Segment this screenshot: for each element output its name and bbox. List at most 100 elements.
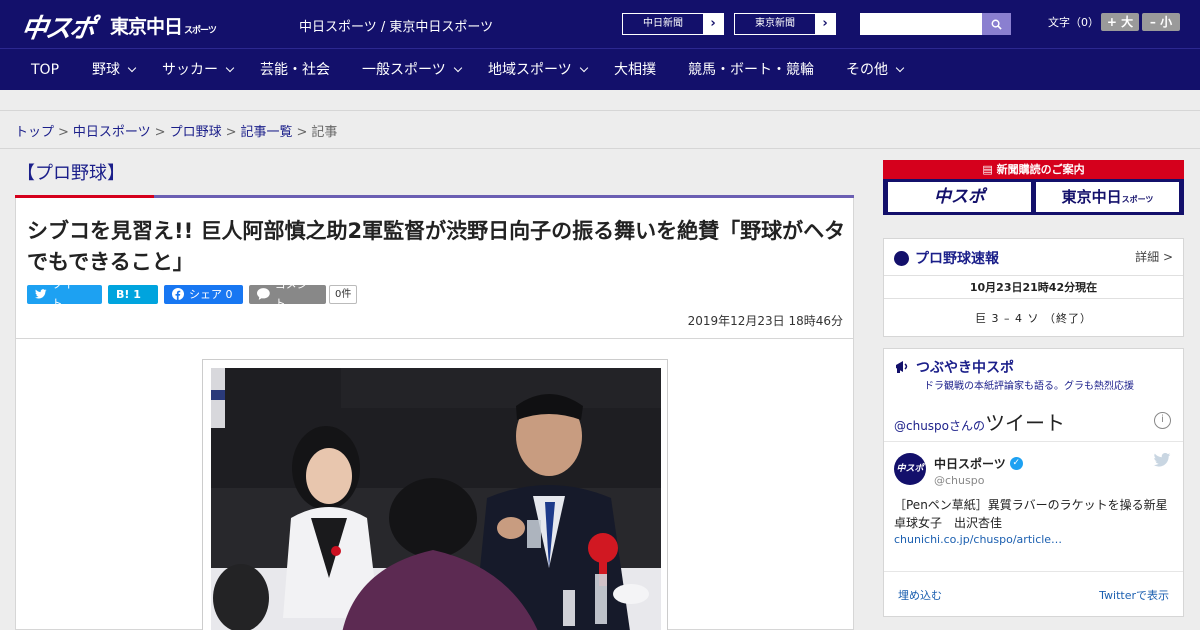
comment-label: コメント [274,278,308,310]
article-photo-frame [202,359,668,630]
chunichi-shimbun-link[interactable]: 中日新聞 › [622,13,724,35]
chevron-down-icon [579,63,588,73]
view-on-twitter-link[interactable]: Twitterで表示 [1099,587,1169,603]
chevron-right-icon: › [703,14,723,34]
chevron-down-icon [453,63,462,73]
font-decrease-button[interactable]: – 小 [1142,13,1180,31]
share-buttons: ツイート B! 1 シェア 0 コメント 0件 [27,278,358,310]
tweet-author-name[interactable]: 中日スポーツ ✓ [934,455,1023,472]
speech-bubble-icon [257,288,270,300]
nav-label: TOP [31,62,60,78]
twitter-bird-icon [35,289,47,299]
subscription-banner[interactable]: ▤ 新聞購読のご案内 中スポ 東京中日スポーツ [883,160,1184,215]
site-name[interactable]: 中日スポーツ / 東京中日スポーツ [299,16,493,35]
sub-btn2-text: 東京中日 [1061,188,1122,206]
tokyo-logo-small: スポーツ [184,26,217,36]
nav-item-sumo[interactable]: 大相撲 [614,49,656,91]
article-headline: シブコを見習え!! 巨人阿部慎之助2軍監督が渋野日向子の振る舞いを絶賛「野球がヘ… [27,219,846,274]
score-details-link[interactable]: 詳細 > [1135,248,1173,265]
nav-label: 芸能・社会 [260,62,330,78]
divider [16,338,853,339]
breadcrumb-sep: > [296,125,308,140]
nav-label: 野球 [92,62,120,78]
nav-label: その他 [846,62,888,78]
top-header: 中スポ 東京中日 スポーツ 中日スポーツ / 東京中日スポーツ 中日新聞 › 東京… [0,0,1200,48]
font-increase-button[interactable]: + 大 [1101,13,1139,31]
tweet-text: ［Penペン草紙］異質ラバーのラケットを操る新星 卓球女子 出沢杏佳 [894,498,1180,530]
info-icon[interactable]: i [1154,412,1171,429]
tokyo-chunichi-logo[interactable]: 東京中日 スポーツ [110,12,217,39]
nav-item-general-sports[interactable]: 一般スポーツ [362,49,462,91]
article-card: シブコを見習え!! 巨人阿部慎之助2軍監督が渋野日向子の振る舞いを絶賛「野球がヘ… [15,198,854,630]
chevron-down-icon [127,63,137,73]
ext-link-label: 中日新聞 [623,14,703,34]
breadcrumb-chunichi-sports[interactable]: 中日スポーツ [73,125,151,140]
breadcrumb-pro-baseball[interactable]: プロ野球 [170,125,222,140]
search-icon [991,19,1002,30]
nav-item-baseball[interactable]: 野球 [92,49,137,91]
nav-item-top[interactable]: TOP [31,49,59,91]
chuspo-logo[interactable]: 中スポ [19,8,96,45]
sub-btn2-small: スポーツ [1121,195,1154,204]
divider [884,441,1183,442]
nav-label: 地域スポーツ [488,62,572,78]
score-card-title: プロ野球速報 [894,248,999,268]
newspaper-icon: ▤ [982,163,997,176]
nav-item-entertainment[interactable]: 芸能・社会 [260,49,330,91]
search-button[interactable] [982,13,1011,35]
chevron-down-icon [895,63,905,73]
tokyo-chunichi-subscribe-button[interactable]: 東京中日スポーツ [1036,182,1179,212]
subscription-title: ▤ 新聞購読のご案内 [883,160,1184,179]
nav-item-soccer[interactable]: サッカー [162,49,235,91]
tweet-author-handle[interactable]: @chuspo [934,474,984,487]
nav-label: 大相撲 [614,62,656,78]
main-nav: TOP 野球 サッカー 芸能・社会 一般スポーツ 地域スポーツ 大相撲 競馬・ボ… [0,48,1200,90]
tweet-widget-subtitle: ドラ観戦の本紙評論家も語る。グラも熱烈応援 [924,381,1134,392]
breadcrumb-article-list[interactable]: 記事一覧 [241,125,293,140]
twitter-widget: つぶやき中スポ ドラ観戦の本紙評論家も語る。グラも熱烈応援 @chuspoさんの… [883,348,1184,617]
embed-link[interactable]: 埋め込む [898,587,942,603]
tweet-handle-link[interactable]: @chuspo [894,419,949,433]
tweet-timeline-heading: @chuspoさんのツイート [894,407,1065,436]
score-result[interactable]: 巨 3 – 4 ソ （終了） [884,310,1183,326]
facebook-icon [172,288,184,300]
nav-label: 一般スポーツ [362,62,446,78]
comment-button[interactable]: コメント [249,278,326,310]
ext-link-label: 東京新聞 [735,14,815,34]
tweet-button[interactable]: ツイート [27,278,102,310]
breadcrumb-top[interactable]: トップ [15,125,54,140]
nav-item-racing[interactable]: 競馬・ボート・競輪 [688,49,814,91]
nav-item-local-sports[interactable]: 地域スポーツ [488,49,588,91]
breadcrumb-sep: > [225,125,237,140]
tokyo-logo-text: 東京中日 [110,16,183,38]
tweet-widget-title-text: つぶやき中スポ [916,360,1014,376]
hatena-bookmark-button[interactable]: B! 1 [108,284,158,304]
comment-count[interactable]: 0件 [329,284,358,304]
chevron-right-icon: › [815,14,835,34]
tweet-label: ツイート [51,278,85,310]
tokyo-shimbun-link[interactable]: 東京新聞 › [734,13,836,35]
tweet-widget-title: つぶやき中スポ [894,357,1014,377]
publish-date: 2019年12月23日 18時46分 [687,314,843,328]
tweet-author-name-text: 中日スポーツ [934,457,1006,471]
score-title-text: プロ野球速報 [915,251,999,267]
facebook-label: シェア 0 [189,287,233,301]
nav-item-other[interactable]: その他 [846,49,905,91]
ad-strip [0,90,1200,111]
twitter-bird-icon[interactable] [1153,453,1171,467]
facebook-share-button[interactable]: シェア 0 [164,284,243,304]
article-photo[interactable] [211,368,661,630]
chuspo-subscribe-button[interactable]: 中スポ [888,182,1031,212]
avatar[interactable]: 中スポ [894,453,926,485]
breadcrumb-current: 記事 [311,125,338,140]
search-input[interactable] [860,13,982,35]
baseball-icon [894,250,909,266]
chevron-down-icon [225,63,235,73]
tweet-link[interactable]: chunichi.co.jp/chuspo/article… [894,533,1062,546]
tweet-handle-suffix: さんの [949,419,986,433]
tweet-heading-text: ツイート [985,411,1066,435]
font-size-label: 文字（0） [1048,16,1099,29]
hatena-label: B! 1 [116,287,141,301]
score-timestamp: 10月23日21時42分現在 [884,275,1183,299]
subscription-title-text: 新聞購読のご案内 [996,163,1085,176]
